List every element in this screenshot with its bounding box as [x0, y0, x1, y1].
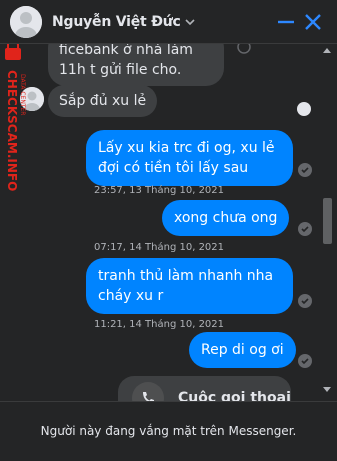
- scroll-down-arrow-icon[interactable]: [322, 386, 332, 394]
- voice-call-card[interactable]: Cuộc gọi thoại: [118, 376, 291, 401]
- scrollbar[interactable]: [321, 44, 333, 401]
- timestamp: 11:21, 14 Tháng 10, 2021: [93, 319, 225, 330]
- sent-check-icon: [298, 294, 312, 308]
- message-incoming[interactable]: ficebank ở nhà làm 11h t gửi file cho.: [48, 44, 224, 86]
- minimize-icon[interactable]: [275, 11, 297, 33]
- timestamp: 23:57, 13 Tháng 10, 2021: [93, 185, 225, 196]
- message-outgoing[interactable]: tranh thủ làm nhanh nha cháy xu r: [86, 258, 293, 314]
- message-text: Sắp đủ xu lẻ: [59, 93, 147, 109]
- message-text: xong chưa ong: [174, 210, 278, 226]
- message-text-line: tranh thủ làm nhanh nha: [98, 268, 274, 284]
- timestamp: 07:17, 14 Tháng 10, 2021: [93, 242, 225, 253]
- message-text-line: Lấy xu kia trc đi og, xu lẻ: [98, 140, 275, 156]
- close-icon[interactable]: [302, 11, 324, 33]
- message-outgoing[interactable]: Rep di og ơi: [189, 332, 296, 368]
- sent-check-icon: [298, 222, 312, 236]
- message-outgoing[interactable]: xong chưa ong: [162, 200, 290, 236]
- sent-check-icon: [298, 354, 312, 368]
- scroll-up-arrow-icon[interactable]: [322, 46, 332, 54]
- chat-header: Nguyễn Việt Đức: [0, 0, 337, 44]
- message-list[interactable]: ficebank ở nhà làm 11h t gửi file cho. S…: [0, 44, 337, 401]
- watermark-brand-text: CHECKSCAM.INFO: [5, 70, 19, 191]
- away-status-text: Người này đang vắng mặt trên Messenger.: [40, 423, 297, 438]
- seen-avatar: [297, 102, 311, 116]
- watermark-sub-text: DATA CENTER: [19, 74, 26, 115]
- checkscam-watermark: CHECKSCAM.INFO DATA CENTER: [5, 40, 26, 191]
- person-avatar-icon: [10, 5, 42, 38]
- message-text-line: cháy xu r: [98, 288, 164, 304]
- message-text-line: đợi có tiền tôi lấy sau: [98, 160, 249, 176]
- chat-footer: Người này đang vắng mặt trên Messenger.: [0, 401, 337, 461]
- phone-icon: [132, 382, 164, 401]
- sent-check-icon: [298, 163, 312, 177]
- message-outgoing[interactable]: Lấy xu kia trc đi og, xu lẻ đợi có tiền …: [86, 130, 293, 186]
- call-title: Cuộc gọi thoại: [178, 390, 291, 401]
- message-text: Rep di og ơi: [201, 342, 284, 358]
- scrollbar-thumb[interactable]: [323, 198, 332, 244]
- chevron-down-icon[interactable]: [185, 17, 195, 27]
- message-incoming[interactable]: Sắp đủ xu lẻ: [48, 85, 158, 117]
- contact-avatar[interactable]: [10, 5, 42, 38]
- more-options-icon[interactable]: [237, 44, 251, 54]
- message-text-line: 11h t gửi file cho.: [59, 62, 182, 78]
- contact-name[interactable]: Nguyễn Việt Đức: [52, 14, 181, 30]
- message-text-line: ficebank ở nhà làm: [59, 44, 193, 58]
